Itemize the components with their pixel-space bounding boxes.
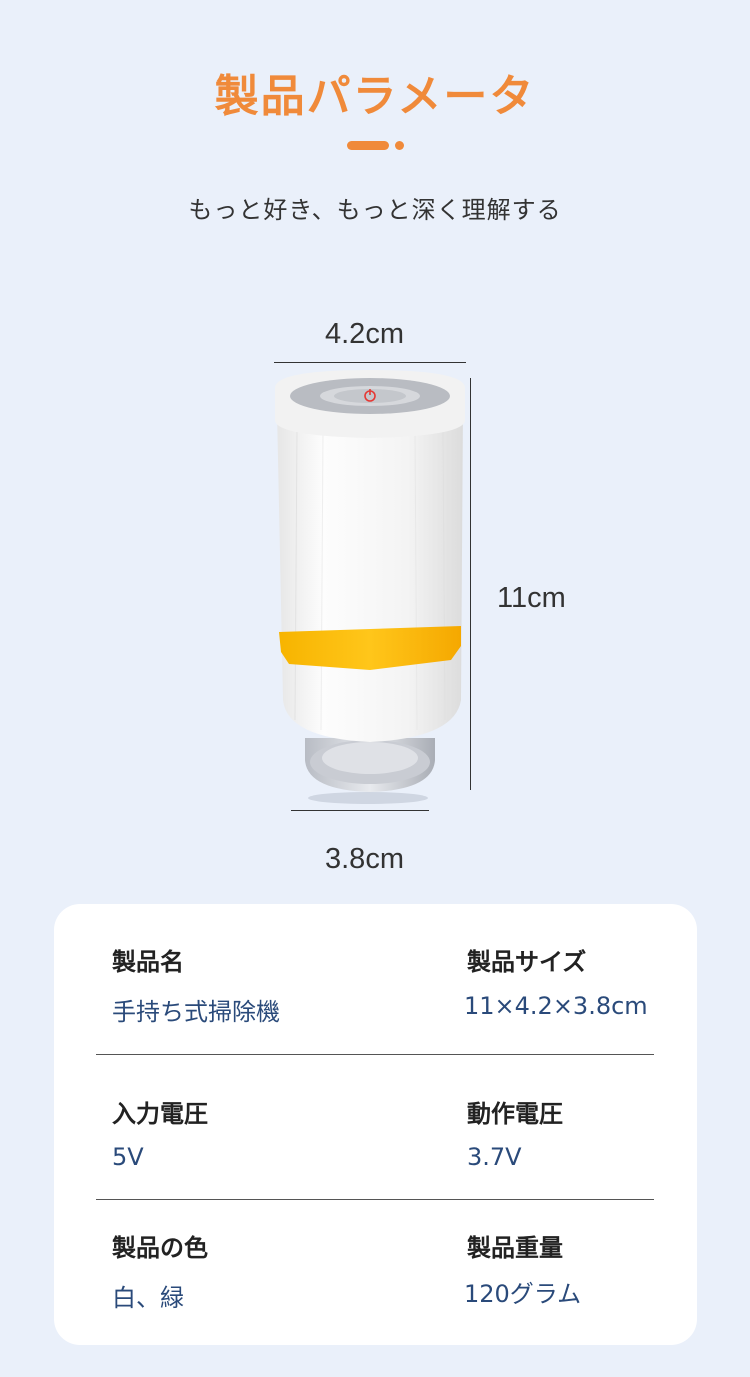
- title-deco-bar: [347, 141, 389, 150]
- page-title: 製品パラメータ: [214, 71, 536, 122]
- spec-value-input-voltage: 5V: [112, 1143, 144, 1171]
- spec-value-product-name: 手持ち式掃除機: [112, 998, 280, 1026]
- spec-value-weight: 120グラム: [464, 1280, 582, 1308]
- page-subtitle: もっと好き、もっと深く理解する: [188, 196, 562, 224]
- product-image: [275, 370, 465, 804]
- spec-card: 製品名 手持ち式掃除機 製品サイズ 11×4.2×3.8cm 入力電圧 5V 動…: [54, 904, 697, 1345]
- spec-value-product-size: 11×4.2×3.8cm: [464, 992, 648, 1020]
- spec-label-product-size: 製品サイズ: [467, 948, 587, 976]
- dimension-height: 11cm: [497, 582, 566, 614]
- spec-label-color: 製品の色: [112, 1234, 208, 1262]
- title-decoration: [347, 141, 407, 151]
- spec-label-product-name: 製品名: [112, 948, 184, 976]
- spec-value-color: 白、緑: [112, 1284, 184, 1312]
- dimension-line-top: [274, 362, 466, 363]
- title-deco-dot: [395, 141, 404, 150]
- spec-label-weight: 製品重量: [467, 1234, 563, 1262]
- dimension-width-top: 4.2cm: [325, 318, 404, 350]
- spec-label-operating-voltage: 動作電圧: [467, 1100, 563, 1128]
- spec-divider: [96, 1199, 654, 1200]
- dimension-line-bottom: [291, 810, 429, 811]
- spec-value-operating-voltage: 3.7V: [467, 1143, 522, 1171]
- dimension-width-bottom: 3.8cm: [325, 843, 404, 875]
- spec-label-input-voltage: 入力電圧: [112, 1100, 208, 1128]
- spec-divider: [96, 1054, 654, 1055]
